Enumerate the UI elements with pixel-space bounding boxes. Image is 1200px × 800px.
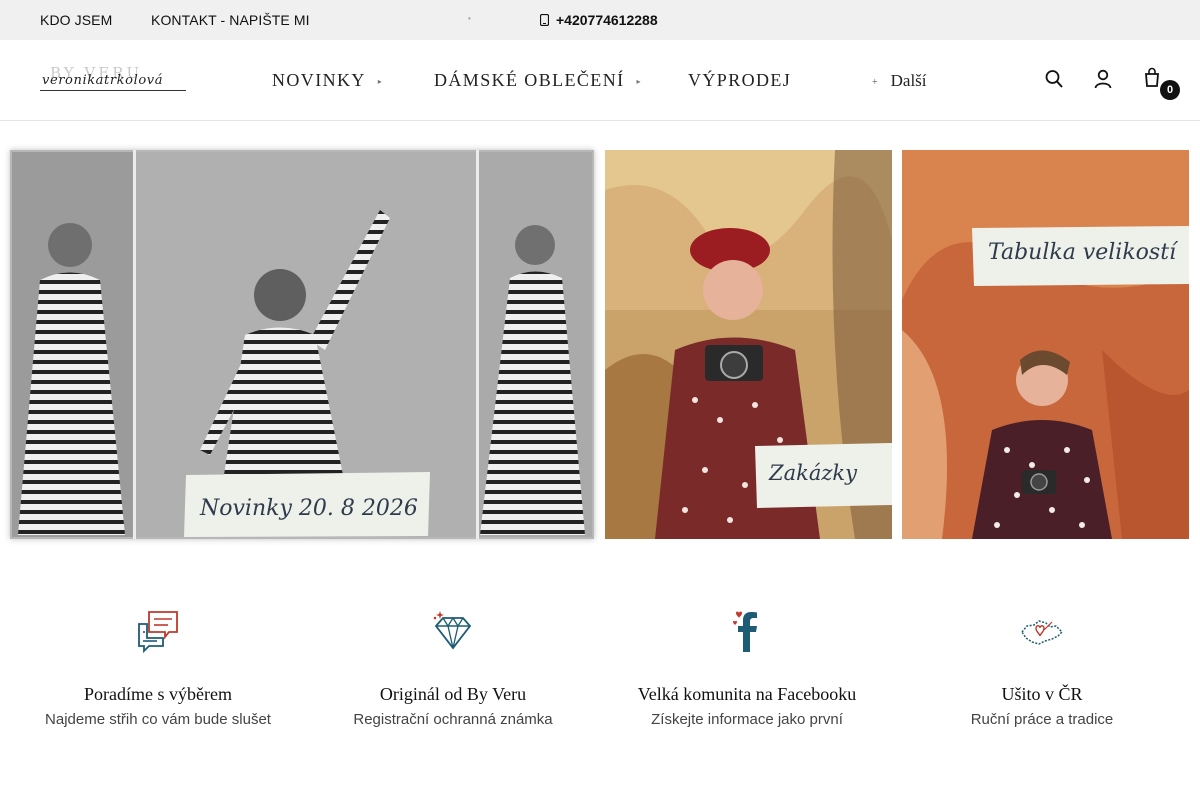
nav-item-label: VÝPRODEJ xyxy=(688,70,792,90)
banner-zakazky[interactable]: Zakázky xyxy=(605,150,892,539)
facebook-icon xyxy=(733,611,757,652)
feature-subtitle: Ruční práce a tradice xyxy=(970,711,1114,728)
user-icon[interactable] xyxy=(1094,69,1112,89)
topbar-link-contact[interactable]: KONTAKT - NAPIŠTE MI xyxy=(151,12,310,28)
dot-icon: • xyxy=(468,14,471,23)
feature-subtitle: Najdeme střih co vám bude slušet xyxy=(45,711,271,728)
nav-item-label: DÁMSKÉ OBLEČENÍ xyxy=(434,70,625,90)
feature-original: Originál od By Veru Registrační ochranná… xyxy=(308,608,598,728)
banner-novinky-label: Novinky 20. 8 2026 xyxy=(200,496,418,521)
feature-subtitle: Registrační ochranná známka xyxy=(353,711,553,728)
feature-title: Ušito v ČR xyxy=(1001,684,1083,704)
top-bar: KDO JSEM KONTAKT - NAPIŠTE MI • +4207746… xyxy=(0,0,1200,40)
feature-subtitle: Získejte informace jako první xyxy=(651,711,843,728)
nav-more-label: Další xyxy=(890,71,927,90)
nav-item-damske-obleceni[interactable]: DÁMSKÉ OBLEČENÍ ▸ xyxy=(434,70,642,91)
banner-tabulka-velikosti[interactable]: Tabulka velikostí xyxy=(902,150,1189,539)
feature-made-in-cz: Ušito v ČR Ruční práce a tradice xyxy=(897,608,1187,728)
cart-count-badge: 0 xyxy=(1160,80,1180,100)
chevron-down-icon: ▸ xyxy=(377,77,384,87)
banner-novinky-image xyxy=(10,150,594,539)
plus-icon: + xyxy=(872,76,878,88)
banner-zakazky-label: Zakázky xyxy=(769,461,858,485)
cart-icon[interactable] xyxy=(1143,67,1161,87)
diamond-icon xyxy=(433,611,472,650)
feature-facebook: Velká komunita na Facebooku Získejte inf… xyxy=(602,608,892,728)
site-logo[interactable]: BY VERU veronikatrkolová xyxy=(40,64,190,100)
banner-tabulka-image xyxy=(902,150,1189,539)
phone-icon xyxy=(540,14,549,26)
feature-title: Originál od By Veru xyxy=(379,684,527,704)
feature-title: Velká komunita na Facebooku xyxy=(637,684,857,704)
banner-novinky[interactable]: Novinky 20. 8 2026 xyxy=(10,150,594,539)
chevron-down-icon: ▸ xyxy=(636,77,642,87)
site-header: BY VERU veronikatrkolová NOVINKY ▸ DÁMSKÉ… xyxy=(0,40,1200,121)
nav-item-novinky[interactable]: NOVINKY ▸ xyxy=(272,70,383,91)
search-icon[interactable] xyxy=(1045,69,1063,89)
logo-script-text: veronikatrkolová xyxy=(42,73,164,88)
topbar-link-about[interactable]: KDO JSEM xyxy=(40,12,112,28)
nav-more-button[interactable]: + Další xyxy=(872,71,927,91)
czech-map-icon xyxy=(1021,620,1064,645)
topbar-phone[interactable]: +420774612288 xyxy=(556,12,658,28)
banner-tabulka-label: Tabulka velikostí xyxy=(988,240,1177,265)
feature-title: Poradíme s výběrem xyxy=(84,684,232,704)
nav-item-vyprodej[interactable]: VÝPRODEJ xyxy=(688,70,791,91)
chat-icon xyxy=(138,611,178,654)
nav-item-label: NOVINKY xyxy=(272,70,366,90)
logo-underline xyxy=(40,90,186,91)
feature-advice: Poradíme s výběrem Najdeme střih co vám … xyxy=(13,608,303,728)
